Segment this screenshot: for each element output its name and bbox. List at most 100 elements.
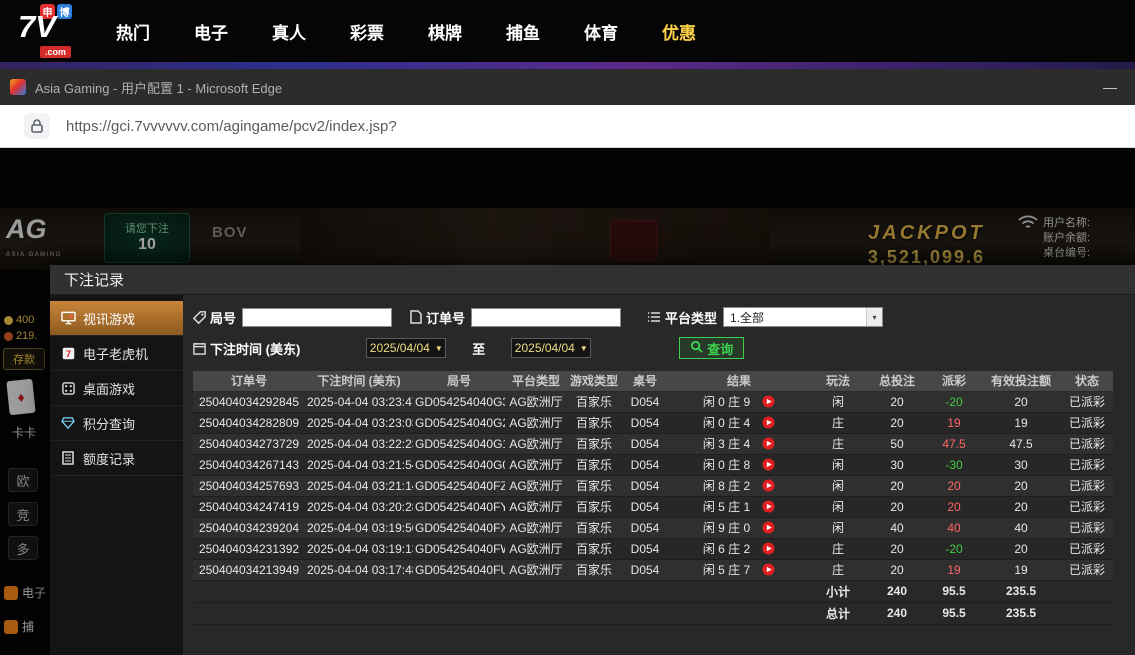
- total-total-bet: 240: [867, 601, 927, 625]
- brand-logo[interactable]: 申 博 7V .com: [12, 2, 96, 60]
- logo-com-pill: .com: [40, 46, 72, 58]
- menu-item-table-games[interactable]: 桌面游戏: [50, 371, 183, 406]
- cell-time: 2025-04-04 03:23:47: [305, 391, 413, 413]
- replay-button[interactable]: [762, 542, 775, 555]
- tag-icon: [193, 310, 206, 324]
- replay-button[interactable]: [762, 458, 775, 471]
- result-text: 闲 0 庄 8: [702, 458, 751, 472]
- cell-table_no: D054: [621, 559, 669, 581]
- menu-item-label: 电子老虎机: [83, 346, 149, 362]
- total-payout: 95.5: [927, 601, 981, 625]
- bet-table-body: 250404034292845 2025-04-04 03:23:47 GD0542…: [193, 391, 1113, 581]
- result-cell: 闲 0 庄 8: [669, 454, 809, 476]
- order-label: 订单号: [426, 310, 466, 326]
- menu-item-credit-records[interactable]: 额度记录: [50, 441, 183, 476]
- search-button[interactable]: 查询: [679, 337, 745, 359]
- platform-select[interactable]: 1.全部 ▾: [723, 307, 884, 327]
- svg-text:7: 7: [65, 349, 70, 359]
- result-cell: 闲 5 庄 1: [669, 496, 809, 518]
- nav-item-promo[interactable]: 优惠: [662, 19, 696, 44]
- nav-item-sports[interactable]: 体育: [584, 19, 618, 44]
- menu-item-live-games[interactable]: 视讯游戏: [50, 301, 183, 336]
- menu-item-slot-machines[interactable]: 7 电子老虎机: [50, 336, 183, 371]
- cell-platform: AG欧洲厅: [505, 391, 567, 413]
- cell-order: 250404034257693: [193, 475, 305, 497]
- replay-button[interactable]: [762, 563, 775, 576]
- nav-item-hot[interactable]: 热门: [116, 19, 150, 44]
- result-cell: 闲 8 庄 2: [669, 475, 809, 497]
- bet-time-label: 下注时间 (美东): [210, 341, 301, 357]
- cell-order: 250404034213949: [193, 559, 305, 581]
- result-text: 闲 9 庄 0: [702, 521, 751, 535]
- search-icon: [690, 340, 704, 356]
- cell-total_bet: 20: [867, 475, 927, 497]
- cell-game: 百家乐: [567, 538, 621, 560]
- replay-button[interactable]: [762, 395, 775, 408]
- subtotal-valid-bet: 235.5: [981, 580, 1061, 603]
- cell-play: 庄: [809, 538, 867, 560]
- nav-item-slots[interactable]: 电子: [194, 19, 228, 44]
- lock-icon[interactable]: [24, 113, 50, 139]
- col-header: 游戏类型: [567, 371, 621, 392]
- replay-button[interactable]: [762, 500, 775, 513]
- round-label: 局号: [210, 310, 237, 326]
- replay-button[interactable]: [762, 416, 775, 429]
- cell-platform: AG欧洲厅: [505, 433, 567, 455]
- search-button-label: 查询: [707, 341, 734, 357]
- order-input[interactable]: [471, 307, 622, 327]
- cell-status: 已派彩: [1061, 538, 1113, 560]
- result-cell: 闲 6 庄 2: [669, 538, 809, 560]
- cell-table_no: D054: [621, 433, 669, 455]
- total-valid-bet: 235.5: [981, 601, 1061, 625]
- cell-total_bet: 20: [867, 559, 927, 581]
- cell-payout: 47.5: [927, 433, 981, 455]
- cell-time: 2025-04-04 03:21:54: [305, 454, 413, 476]
- nav-item-cards[interactable]: 棋牌: [428, 19, 462, 44]
- cell-valid_bet: 20: [981, 391, 1061, 413]
- address-bar[interactable]: https://gci.7vvvvvv.com/agingame/pcv2/in…: [0, 105, 1135, 148]
- nav-item-live[interactable]: 真人: [272, 19, 306, 44]
- cell-valid_bet: 20: [981, 475, 1061, 497]
- bet-row: 250404034247419 2025-04-04 03:20:28 GD0542…: [193, 496, 1113, 518]
- bet-row: 250404034267143 2025-04-04 03:21:54 GD0542…: [193, 454, 1113, 476]
- bet-row: 250404034239204 2025-04-04 03:19:50 GD0542…: [193, 517, 1113, 539]
- cell-table_no: D054: [621, 475, 669, 497]
- cell-order: 250404034231392: [193, 538, 305, 560]
- nav-item-fishing[interactable]: 捕鱼: [506, 19, 540, 44]
- cell-valid_bet: 30: [981, 454, 1061, 476]
- cell-platform: AG欧洲厅: [505, 496, 567, 518]
- menu-item-label: 额度记录: [83, 451, 136, 467]
- subtotal-row: 小计 240 95.5 235.5: [193, 580, 1113, 603]
- col-header: 玩法: [809, 371, 867, 392]
- bet-records-modal: 下注记录 视讯游戏 7 电子老虎机 桌面游戏 积分查询 额度记录 局号 订单号 …: [50, 265, 1135, 655]
- date-to-picker[interactable]: 2025/04/04 ▼: [511, 338, 592, 358]
- col-header: 状态: [1061, 371, 1113, 392]
- cell-round: GD054254040FX: [413, 517, 505, 539]
- col-header: 派彩: [927, 371, 981, 392]
- cell-valid_bet: 40: [981, 517, 1061, 539]
- cell-game: 百家乐: [567, 559, 621, 581]
- replay-button[interactable]: [762, 437, 775, 450]
- nav-item-lottery[interactable]: 彩票: [350, 19, 384, 44]
- cell-play: 闲: [809, 475, 867, 497]
- minimize-button[interactable]: —: [1093, 79, 1127, 95]
- cell-game: 百家乐: [567, 475, 621, 497]
- cell-valid_bet: 20: [981, 496, 1061, 518]
- result-text: 闲 5 庄 7: [702, 563, 751, 577]
- cell-payout: -20: [927, 538, 981, 560]
- url-text[interactable]: https://gci.7vvvvvv.com/agingame/pcv2/in…: [66, 118, 397, 135]
- page-viewport: AG ASIA GAMING 请您下注 10 BOV JACKPOT 3,521…: [0, 148, 1135, 655]
- replay-button[interactable]: [762, 479, 775, 492]
- bet-row: 250404034257693 2025-04-04 03:21:14 GD0542…: [193, 475, 1113, 497]
- cell-status: 已派彩: [1061, 559, 1113, 581]
- modal-main: 局号 订单号 平台类型 1.全部 ▾ 下注时间 (美东) 2025/04/04 …: [183, 295, 1135, 655]
- date-from-picker[interactable]: 2025/04/04 ▼: [366, 338, 447, 358]
- result-text: 闲 8 庄 2: [702, 479, 751, 493]
- screen: 申 博 7V .com 热门 电子 真人 彩票 棋牌 捕鱼 体育 优惠 Asia…: [0, 0, 1135, 655]
- replay-button[interactable]: [762, 521, 775, 534]
- cell-round: GD054254040G2: [413, 412, 505, 434]
- menu-item-points-query[interactable]: 积分查询: [50, 406, 183, 441]
- cell-order: 250404034282809: [193, 412, 305, 434]
- round-input[interactable]: [242, 307, 393, 327]
- total-row: 总计 240 95.5 235.5: [193, 601, 1113, 625]
